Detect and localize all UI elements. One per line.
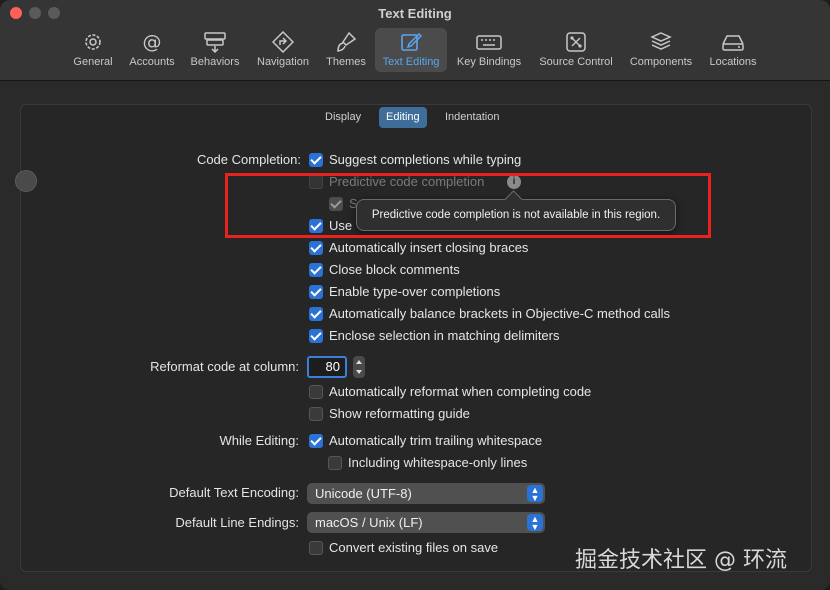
chevron-updown-icon: ▲ ▼ (527, 485, 543, 503)
checkbox-label: Automatically balance brackets in Object… (329, 306, 671, 321)
highlight-box (225, 173, 711, 238)
checkbox-checked (309, 241, 323, 255)
toolbar-label: Text Editing (382, 56, 440, 68)
navigation-icon (272, 31, 294, 53)
tab-display[interactable]: Display (318, 107, 368, 128)
toolbar-navigation[interactable]: Navigation (252, 28, 314, 72)
checkbox-unchecked (309, 407, 323, 421)
select-value: Unicode (UTF-8) (315, 486, 412, 501)
checkbox-checked (309, 153, 323, 167)
at-icon: @ (143, 31, 162, 53)
window-resize-knob[interactable] (15, 170, 37, 192)
while-editing-label: While Editing: (219, 433, 299, 448)
checkbox-label: Suggest completions while typing (329, 152, 522, 167)
checkbox-checked (309, 307, 323, 321)
toolbar-general[interactable]: General (69, 28, 117, 72)
toolbar-themes[interactable]: Themes (322, 28, 370, 72)
reformat-column-label: Reformat code at column: (150, 359, 299, 374)
checkbox-label: Enclose selection in matching delimiters (329, 328, 560, 343)
checkbox-label: Automatically insert closing braces (329, 240, 529, 255)
checkbox-checked (309, 434, 323, 448)
watermark: 掘金技术社区 @ 环流 (575, 548, 787, 573)
checkbox-label: Close block comments (329, 262, 460, 277)
checkbox-unchecked (309, 541, 323, 555)
toolbar-label: Locations (709, 56, 757, 68)
drive-icon (722, 35, 744, 51)
toolbar-behaviors[interactable]: Behaviors (187, 28, 243, 72)
text-encoding-select[interactable]: Unicode (UTF-8) ▲ ▼ (307, 483, 545, 504)
checkbox-checked (309, 329, 323, 343)
text-encoding-label: Default Text Encoding: (169, 485, 299, 500)
checkbox-label: Show reformatting guide (329, 406, 470, 421)
toolbar-text-editing[interactable]: Text Editing (375, 28, 447, 72)
chevron-updown-icon: ▲ ▼ (527, 514, 543, 532)
behaviors-icon (204, 32, 226, 53)
toolbar-label: Navigation (257, 56, 309, 68)
checkbox-label: Convert existing files on save (329, 540, 499, 555)
tab-editing[interactable]: Editing (379, 107, 427, 128)
reformat-column-stepper[interactable] (353, 356, 365, 378)
toolbar-accounts[interactable]: @ Accounts (125, 28, 179, 72)
toolbar-key-bindings[interactable]: Key Bindings (452, 28, 526, 72)
keyboard-icon (476, 35, 502, 50)
preferences-window: Text Editing General @ Accounts Behavior… (0, 0, 830, 590)
checkbox-unchecked (328, 456, 342, 470)
layers-icon (650, 32, 672, 50)
code-completion-label: Code Completion: (196, 152, 301, 167)
window-title: Text Editing (378, 6, 452, 21)
checkbox-label: Automatically reformat when completing c… (329, 384, 592, 399)
tab-indentation[interactable]: Indentation (438, 107, 506, 128)
svg-text:@: @ (143, 31, 162, 53)
checkbox-label: Including whitespace-only lines (348, 455, 528, 470)
toolbar-label: Components (629, 56, 693, 68)
gear-icon (85, 34, 101, 50)
line-endings-select[interactable]: macOS / Unix (LF) ▲ ▼ (307, 512, 545, 533)
source-control-icon (566, 32, 586, 52)
toolbar-label: Behaviors (190, 56, 240, 68)
toolbar-locations[interactable]: Locations (704, 28, 762, 72)
toolbar-label: Source Control (539, 56, 613, 68)
toolbar-components[interactable]: Components (625, 28, 697, 72)
checkbox-unchecked (309, 385, 323, 399)
select-value: macOS / Unix (LF) (315, 515, 423, 530)
checkbox-label: Enable type-over completions (329, 284, 501, 299)
checkbox-label: Automatically trim trailing whitespace (329, 433, 543, 448)
toolbar-label: Key Bindings (456, 56, 522, 68)
checkbox-checked (309, 285, 323, 299)
toolbar: Text Editing General @ Accounts Behavior… (0, 0, 830, 81)
pencil-square-icon (401, 32, 422, 51)
brush-icon (337, 31, 357, 52)
checkbox-checked (309, 263, 323, 277)
toolbar-source-control[interactable]: Source Control (533, 28, 619, 72)
toolbar-label: Accounts (129, 56, 175, 68)
line-endings-label: Default Line Endings: (175, 515, 299, 530)
reformat-column-input[interactable]: 80 (307, 356, 347, 378)
toolbar-label: Themes (326, 56, 366, 68)
toolbar-label: General (73, 56, 113, 68)
